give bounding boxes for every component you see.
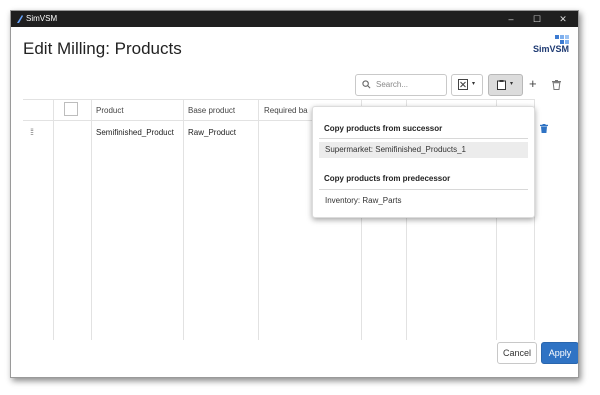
select-all-checkbox[interactable] bbox=[64, 102, 78, 116]
delete-row-icon[interactable] bbox=[540, 124, 548, 133]
menu-divider bbox=[319, 138, 528, 139]
cancel-button[interactable]: Cancel bbox=[497, 342, 537, 364]
menu-item-predecessor[interactable]: Inventory: Raw_Parts bbox=[319, 193, 528, 209]
dialog-window: SimVSM – ☐ ✕ Edit Milling: Products SimV… bbox=[10, 10, 579, 378]
menu-item-successor[interactable]: Supermarket: Semifinished_Products_1 bbox=[319, 142, 528, 158]
copy-products-menu: Copy products from successor Supermarket… bbox=[312, 106, 535, 218]
maximize-button[interactable]: ☐ bbox=[525, 11, 549, 27]
window-title: SimVSM bbox=[26, 14, 58, 23]
predecessor-heading: Copy products from predecessor bbox=[324, 174, 451, 183]
app-icon bbox=[17, 15, 23, 23]
title-bar: SimVSM – ☐ ✕ bbox=[11, 11, 578, 27]
clipboard-icon bbox=[497, 80, 506, 90]
excel-icon bbox=[458, 79, 468, 90]
page-title: Edit Milling: Products bbox=[23, 39, 182, 58]
successor-heading: Copy products from successor bbox=[324, 124, 443, 133]
chevron-down-icon: ▾ bbox=[472, 81, 476, 87]
simvsm-logo: SimVSM bbox=[533, 33, 571, 59]
search-input[interactable]: Search... bbox=[355, 74, 447, 96]
search-icon bbox=[362, 80, 371, 89]
delete-all-icon[interactable] bbox=[552, 80, 561, 90]
logo-text: SimVSM bbox=[533, 44, 570, 54]
drag-handle-icon[interactable]: ⁞⁞ bbox=[30, 127, 34, 137]
logo-square bbox=[555, 35, 559, 39]
chevron-down-icon: ▾ bbox=[510, 81, 514, 87]
logo-square bbox=[565, 35, 569, 39]
apply-button[interactable]: Apply bbox=[541, 342, 578, 364]
column-divider bbox=[53, 100, 54, 340]
column-divider bbox=[258, 100, 259, 340]
menu-divider bbox=[319, 189, 528, 190]
logo-square bbox=[560, 35, 564, 39]
export-excel-button[interactable]: ▾ bbox=[451, 74, 483, 96]
column-divider bbox=[91, 100, 92, 340]
column-header-product[interactable]: Product bbox=[96, 106, 124, 115]
minimize-button[interactable]: – bbox=[499, 11, 523, 27]
column-divider bbox=[183, 100, 184, 340]
cell-base-product[interactable]: Raw_Product bbox=[188, 128, 236, 137]
column-header-required-batch[interactable]: Required ba bbox=[264, 106, 308, 115]
column-header-base-product[interactable]: Base product bbox=[188, 106, 235, 115]
copy-products-button[interactable]: ▾ bbox=[488, 74, 523, 96]
close-button[interactable]: ✕ bbox=[551, 11, 575, 27]
search-placeholder: Search... bbox=[376, 80, 409, 89]
cell-product[interactable]: Semifinished_Product bbox=[96, 128, 174, 137]
add-icon[interactable]: + bbox=[529, 77, 537, 91]
